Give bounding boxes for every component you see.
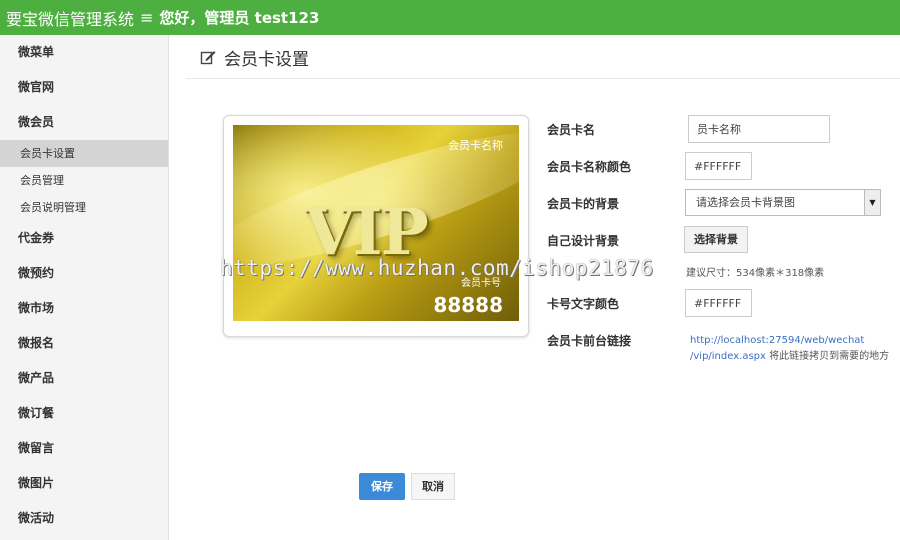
sidebar-item-member[interactable]: 微会员: [0, 105, 168, 140]
sidebar-item-signup[interactable]: 微报名: [0, 326, 168, 361]
choose-bg-button[interactable]: 选择背景: [684, 226, 748, 253]
sidebar-item-booking[interactable]: 微预约: [0, 256, 168, 291]
card-link-block: http://localhost:27594/web/wechat /vip/i…: [690, 333, 900, 365]
save-button[interactable]: 保存: [359, 473, 405, 500]
label-name-color: 会员卡名称颜色: [547, 160, 632, 174]
cancel-button[interactable]: 取消: [411, 473, 455, 500]
top-header: 要宝微信管理系统 ≡ 您好，管理员 test123: [0, 0, 900, 35]
number-color-input[interactable]: [685, 289, 752, 317]
sidebar: 微菜单 微官网 微会员 会员卡设置 会员管理 会员说明管理 代金券 微预约 微市…: [0, 35, 169, 540]
sidebar-item-menu[interactable]: 微菜单: [0, 35, 168, 70]
caret-down-icon[interactable]: ▼: [864, 190, 880, 215]
card-link-url-line2[interactable]: /vip/index.aspx: [690, 351, 766, 362]
sidebar-item-website[interactable]: 微官网: [0, 70, 168, 105]
card-preview-frame: VIP 会员卡名称 会员卡号 88888: [223, 115, 529, 337]
sidebar-item-voucher[interactable]: 代金券: [0, 221, 168, 256]
name-color-input[interactable]: [685, 152, 752, 180]
card-name-text: 会员卡名称: [448, 139, 503, 152]
watermark-text: https://www.huzhan.com/ishop21876: [220, 256, 654, 280]
menu-icon[interactable]: ≡: [140, 8, 153, 27]
card-bg-select[interactable]: 请选择会员卡背景图 ▼: [685, 189, 881, 216]
sidebar-item-gallery[interactable]: 微图片: [0, 466, 168, 501]
label-card-name: 会员卡名: [547, 123, 596, 137]
label-card-bg: 会员卡的背景: [547, 197, 620, 211]
app-title: 要宝微信管理系统: [6, 9, 135, 29]
sidebar-sub-member-manage[interactable]: 会员管理: [0, 167, 168, 194]
card-link-url-line1[interactable]: http://localhost:27594/web/wechat: [690, 333, 900, 349]
size-hint: 建议尺寸：534像素＊318像素: [686, 268, 825, 279]
sidebar-item-order[interactable]: 微订餐: [0, 396, 168, 431]
card-bg-select-value: 请选择会员卡背景图: [696, 196, 795, 209]
card-number: 88888: [433, 293, 503, 317]
label-number-color: 卡号文字颜色: [547, 297, 620, 311]
content-header: 会员卡设置: [186, 36, 900, 79]
vip-card-preview: VIP 会员卡名称 会员卡号 88888: [233, 125, 519, 321]
edit-icon: [200, 51, 216, 65]
sidebar-item-message[interactable]: 微留言: [0, 431, 168, 466]
label-card-link: 会员卡前台链接: [547, 334, 632, 348]
sidebar-item-market[interactable]: 微市场: [0, 291, 168, 326]
label-custom-bg: 自己设计背景: [547, 234, 620, 248]
user-greeting: 您好，管理员 test123: [159, 9, 320, 27]
sidebar-item-event[interactable]: 微活动: [0, 501, 168, 536]
page-title: 会员卡设置: [224, 49, 309, 70]
sidebar-sub-member-desc[interactable]: 会员说明管理: [0, 194, 168, 221]
sidebar-item-product[interactable]: 微产品: [0, 361, 168, 396]
sidebar-sub-card-settings[interactable]: 会员卡设置: [0, 140, 168, 167]
card-name-input[interactable]: [688, 115, 830, 143]
card-link-note: 将此链接拷贝到需要的地方: [765, 351, 890, 362]
